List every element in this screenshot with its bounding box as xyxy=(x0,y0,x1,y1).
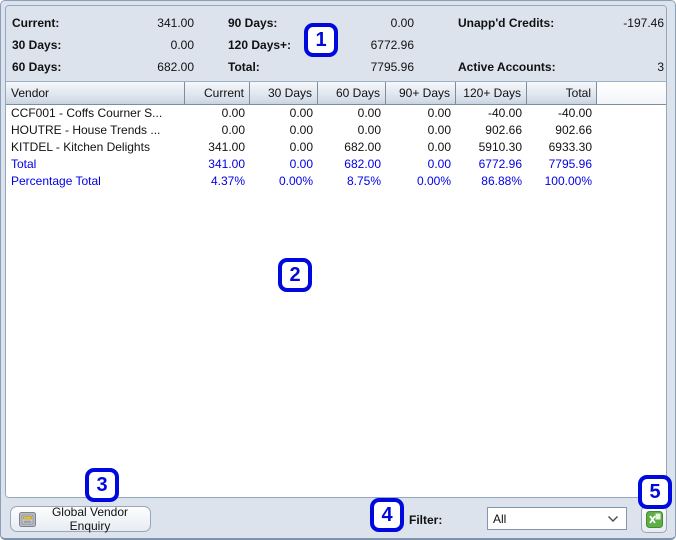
cell-120days: 5910.30 xyxy=(478,140,522,154)
vendor-aged-balances-window: Current: 341.00 30 Days: 0.00 60 Days: 6… xyxy=(0,0,676,540)
table-row[interactable]: KITDEL - Kitchen Delights 341.00 0.00 68… xyxy=(6,139,666,156)
annotation-badge-4: 4 xyxy=(370,498,404,532)
summary-120days-label: 120 Days+: xyxy=(228,38,292,52)
cell-vendor: Total xyxy=(11,157,37,171)
cell-current: 4.37% xyxy=(210,174,245,188)
global-vendor-enquiry-label: Global Vendor Enquiry xyxy=(51,505,129,533)
cell-120days: 6772.96 xyxy=(478,157,522,171)
cell-30days: 0.00% xyxy=(278,174,313,188)
table-row[interactable]: HOUTRE - House Trends ... 0.00 0.00 0.00… xyxy=(6,122,666,139)
cell-60days: 682.00 xyxy=(344,157,381,171)
column-header-90days[interactable]: 90+ Days xyxy=(386,82,456,104)
filter-dropdown[interactable]: All xyxy=(487,507,627,530)
cell-vendor: HOUTRE - House Trends ... xyxy=(11,123,161,137)
summary-60days-value: 682.00 xyxy=(157,60,194,74)
column-header-filler xyxy=(597,82,666,104)
filter-selected-value: All xyxy=(493,511,507,526)
cell-current: 341.00 xyxy=(208,157,245,171)
column-header-total[interactable]: Total xyxy=(527,82,597,104)
summary-current-value: 341.00 xyxy=(157,16,194,30)
cell-vendor: CCF001 - Coffs Courner S... xyxy=(11,106,163,120)
cell-60days: 0.00 xyxy=(357,123,381,137)
cell-90days: 0.00 xyxy=(427,123,451,137)
annotation-badge-2: 2 xyxy=(278,258,312,292)
cell-current: 341.00 xyxy=(208,140,245,154)
cell-vendor: KITDEL - Kitchen Delights xyxy=(11,140,150,154)
cell-total: 7795.96 xyxy=(548,157,592,171)
content-frame: Current: 341.00 30 Days: 0.00 60 Days: 6… xyxy=(5,5,667,498)
cell-90days: 0.00% xyxy=(416,174,451,188)
summary-30days-value: 0.00 xyxy=(170,38,194,52)
annotation-badge-1: 1 xyxy=(304,23,338,57)
summary-total-value: 7795.96 xyxy=(370,60,414,74)
cell-120days: 86.88% xyxy=(481,174,522,188)
cell-vendor: Percentage Total xyxy=(11,174,101,188)
summary-90days-label: 90 Days: xyxy=(228,16,278,30)
column-header-vendor[interactable]: Vendor xyxy=(6,82,185,104)
table-row-percentage-total[interactable]: Percentage Total 4.37% 0.00% 8.75% 0.00%… xyxy=(6,173,666,190)
cell-90days: 0.00 xyxy=(427,140,451,154)
cell-60days: 682.00 xyxy=(344,140,381,154)
vendor-table-body: CCF001 - Coffs Courner S... 0.00 0.00 0.… xyxy=(6,105,666,497)
cell-total: -40.00 xyxy=(557,106,592,120)
cell-current: 0.00 xyxy=(221,123,245,137)
cell-total: 6933.30 xyxy=(548,140,592,154)
summary-unappd-credits-value: -197.46 xyxy=(623,16,664,30)
column-header-30days[interactable]: 30 Days xyxy=(250,82,318,104)
cell-30days: 0.00 xyxy=(289,140,313,154)
annotation-badge-3: 3 xyxy=(85,468,119,502)
cell-total: 902.66 xyxy=(555,123,592,137)
filter-label: Filter: xyxy=(409,513,443,527)
cell-30days: 0.00 xyxy=(289,106,313,120)
cell-current: 0.00 xyxy=(221,106,245,120)
cell-120days: -40.00 xyxy=(487,106,522,120)
export-to-excel-button[interactable] xyxy=(641,506,667,533)
column-header-60days[interactable]: 60 Days xyxy=(318,82,386,104)
cell-30days: 0.00 xyxy=(289,157,313,171)
annotation-badge-5: 5 xyxy=(638,475,672,509)
table-header: Vendor Current 30 Days 60 Days 90+ Days … xyxy=(6,82,666,105)
table-row[interactable]: CCF001 - Coffs Courner S... 0.00 0.00 0.… xyxy=(6,105,666,122)
global-vendor-enquiry-button[interactable]: Global Vendor Enquiry xyxy=(10,505,151,533)
cell-total: 100.00% xyxy=(544,174,592,188)
summary-active-accounts-value: 3 xyxy=(657,60,664,74)
summary-current-label: Current: xyxy=(12,16,60,30)
column-header-current[interactable]: Current xyxy=(185,82,250,104)
column-header-120days[interactable]: 120+ Days xyxy=(456,82,527,104)
summary-total-label: Total: xyxy=(228,60,260,74)
excel-export-icon xyxy=(645,511,663,528)
cell-30days: 0.00 xyxy=(289,123,313,137)
summary-60days-label: 60 Days: xyxy=(12,60,62,74)
cash-register-icon xyxy=(19,511,36,527)
cell-120days: 902.66 xyxy=(485,123,522,137)
cell-60days: 8.75% xyxy=(346,174,381,188)
cell-90days: 0.00 xyxy=(427,157,451,171)
table-row-total[interactable]: Total 341.00 0.00 682.00 0.00 6772.96 77… xyxy=(6,156,666,173)
cell-60days: 0.00 xyxy=(357,106,381,120)
cell-90days: 0.00 xyxy=(427,106,451,120)
summary-30days-label: 30 Days: xyxy=(12,38,62,52)
chevron-down-icon xyxy=(607,515,619,523)
